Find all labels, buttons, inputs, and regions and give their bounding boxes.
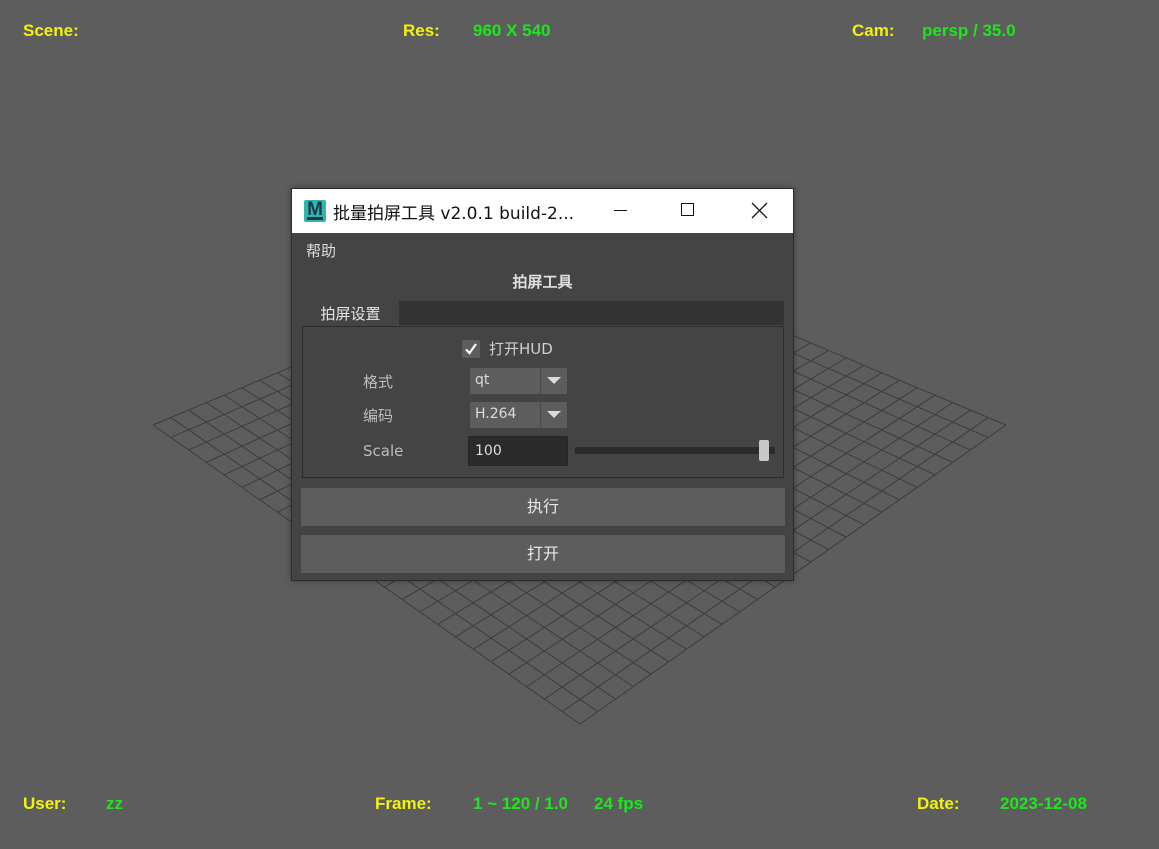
window-title: 批量拍屏工具 v2.0.1 build-2... <box>333 204 575 224</box>
hud-res-value: 960 X 540 <box>473 21 551 40</box>
format-dropdown[interactable]: qt <box>470 368 567 394</box>
tab-bar: 拍屏设置 <box>302 301 784 326</box>
minimize-icon <box>614 210 627 211</box>
section-title: 拍屏工具 <box>512 273 573 291</box>
scale-slider-handle[interactable] <box>759 440 770 461</box>
hud-user-label: User: <box>23 794 67 813</box>
run-button[interactable]: 执行 <box>301 488 785 526</box>
hud-checkbox-label[interactable]: 打开HUD <box>489 338 553 359</box>
maximize-icon <box>681 203 694 216</box>
hud-frame-label: Frame: <box>375 794 432 813</box>
maximize-button[interactable] <box>665 189 711 233</box>
scale-slider[interactable] <box>575 447 775 454</box>
chevron-down-icon <box>547 411 561 418</box>
encoding-label: 编码 <box>363 407 394 425</box>
maya-icon: M <box>304 199 326 222</box>
hud-checkbox[interactable] <box>462 340 480 358</box>
format-label: 格式 <box>363 373 394 391</box>
tab-panel: 打开HUD 格式 qt 编码 H.264 Scale 100 <box>302 326 784 478</box>
encoding-dropdown[interactable]: H.264 <box>470 402 567 428</box>
minimize-button[interactable] <box>597 189 643 233</box>
hud-res-label: Res: <box>403 21 440 40</box>
scale-input[interactable]: 100 <box>468 436 568 466</box>
hud-fps-value: 24 fps <box>594 794 644 813</box>
hud-frame-value: 1 ~ 120 / 1.0 <box>473 794 568 813</box>
hud-cam-label: Cam: <box>852 21 895 40</box>
hud-date-value: 2023-12-08 <box>1000 794 1087 813</box>
hud-date-label: Date: <box>917 794 960 813</box>
chevron-down-icon <box>547 377 561 384</box>
title-bar[interactable]: M 批量拍屏工具 v2.0.1 build-2... <box>292 189 793 233</box>
hud-scene-label: Scene: <box>23 21 79 40</box>
hud-cam-value: persp / 35.0 <box>922 21 1016 40</box>
format-value: qt <box>475 372 490 388</box>
close-icon <box>751 202 768 219</box>
tab-playblast-settings[interactable]: 拍屏设置 <box>302 301 399 326</box>
open-button[interactable]: 打开 <box>301 535 785 573</box>
playblast-dialog: M 批量拍屏工具 v2.0.1 build-2... 帮助 拍屏工具 拍屏设置 … <box>291 188 794 581</box>
scale-label: Scale <box>363 442 404 460</box>
checkmark-icon <box>465 343 477 355</box>
menu-help[interactable]: 帮助 <box>306 240 336 261</box>
hud-user-value: zz <box>106 794 123 813</box>
encoding-value: H.264 <box>475 406 517 422</box>
close-button[interactable] <box>736 189 782 233</box>
